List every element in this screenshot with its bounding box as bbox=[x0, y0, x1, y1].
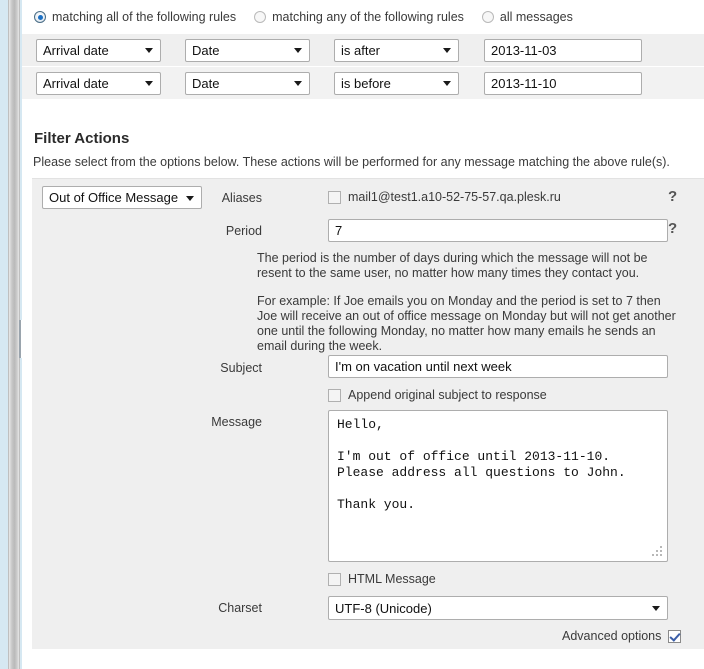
period-label: Period bbox=[225, 224, 262, 238]
rule-field-select[interactable]: Arrival date bbox=[36, 71, 161, 95]
radio-all-messages-label: all messages bbox=[499, 10, 573, 24]
radio-all-messages[interactable]: all messages bbox=[481, 10, 573, 24]
aliases-checkbox[interactable] bbox=[328, 190, 341, 204]
rule-type-select[interactable]: Date bbox=[185, 71, 310, 95]
subject-label: Subject bbox=[220, 361, 262, 375]
action-type-value: Out of Office Message bbox=[49, 190, 179, 205]
rule-field-value: Arrival date bbox=[43, 75, 109, 91]
period-help-icon[interactable]: ? bbox=[668, 220, 677, 237]
rule-value-input[interactable]: 2013-11-10 bbox=[484, 71, 642, 95]
aliases-value: mail1@test1.a10-52-75-57.qa.plesk.ru bbox=[348, 190, 561, 204]
rule-operator-value: is after bbox=[341, 42, 381, 58]
rule-field-select[interactable]: Arrival date bbox=[36, 38, 161, 62]
radio-matching-any-indicator[interactable] bbox=[254, 11, 267, 23]
match-mode-row: matching all of the following rules matc… bbox=[22, 0, 704, 34]
append-subject-row[interactable]: Append original subject to response bbox=[328, 388, 547, 402]
rule-operator-value: is before bbox=[341, 75, 391, 91]
radio-matching-any[interactable]: matching any of the following rules bbox=[254, 10, 464, 24]
rule-row: Arrival date Date is before 2013-11-10 bbox=[22, 67, 704, 100]
period-value: 7 bbox=[335, 223, 343, 238]
radio-all-messages-indicator[interactable] bbox=[481, 11, 494, 23]
message-textarea[interactable]: Hello, I'm out of office until 2013-11-1… bbox=[328, 410, 668, 562]
filter-rules-panel: matching all of the following rules matc… bbox=[22, 0, 704, 100]
advanced-options-row[interactable]: Advanced options bbox=[562, 629, 682, 643]
charset-label: Charset bbox=[218, 601, 262, 615]
charset-select[interactable]: UTF-8 (Unicode) bbox=[328, 596, 668, 620]
message-label: Message bbox=[211, 415, 262, 429]
aliases-label: Aliases bbox=[221, 191, 262, 205]
append-subject-checkbox[interactable] bbox=[328, 388, 341, 402]
advanced-options-checkbox[interactable] bbox=[668, 629, 682, 643]
charset-value: UTF-8 (Unicode) bbox=[335, 600, 432, 616]
radio-matching-all-indicator[interactable] bbox=[34, 11, 46, 23]
subject-value: I'm on vacation until next week bbox=[335, 359, 512, 374]
period-note-primary: The period is the number of days during … bbox=[257, 251, 648, 280]
radio-matching-any-label: matching any of the following rules bbox=[272, 10, 464, 24]
html-message-checkbox[interactable] bbox=[328, 572, 341, 586]
radio-matching-all[interactable]: matching all of the following rules bbox=[34, 10, 236, 24]
html-message-label: HTML Message bbox=[348, 572, 436, 586]
left-gutter bbox=[0, 0, 28, 669]
subject-input[interactable]: I'm on vacation until next week bbox=[328, 355, 668, 378]
filter-actions-title: Filter Actions bbox=[34, 130, 130, 147]
filter-actions-description: Please select from the options below. Th… bbox=[33, 155, 670, 169]
filter-actions-panel: Out of Office Message Aliases mail1@test… bbox=[32, 178, 704, 649]
rule-operator-select[interactable]: is before bbox=[334, 71, 459, 95]
html-message-row[interactable]: HTML Message bbox=[328, 572, 436, 586]
rule-type-select[interactable]: Date bbox=[185, 38, 310, 62]
rule-operator-select[interactable]: is after bbox=[334, 38, 459, 62]
period-input[interactable]: 7 bbox=[328, 219, 668, 242]
rule-value-text: 2013-11-03 bbox=[491, 42, 557, 58]
aliases-checkbox-row[interactable]: mail1@test1.a10-52-75-57.qa.plesk.ru bbox=[328, 190, 561, 204]
panel-splitter[interactable] bbox=[8, 0, 28, 669]
rule-row: Arrival date Date is after 2013-11-03 bbox=[22, 34, 704, 67]
rule-type-value: Date bbox=[192, 42, 220, 58]
rule-type-value: Date bbox=[192, 75, 220, 91]
rule-value-input[interactable]: 2013-11-03 bbox=[484, 38, 642, 62]
advanced-options-label: Advanced options bbox=[562, 629, 662, 643]
aliases-help-icon[interactable]: ? bbox=[668, 188, 677, 205]
action-type-select[interactable]: Out of Office Message bbox=[42, 186, 202, 209]
radio-matching-all-label: matching all of the following rules bbox=[52, 10, 237, 24]
append-subject-label: Append original subject to response bbox=[348, 388, 547, 402]
period-note-example: For example: If Joe emails you on Monday… bbox=[257, 294, 676, 353]
rule-field-value: Arrival date bbox=[43, 42, 109, 58]
filter-form: matching all of the following rules matc… bbox=[22, 0, 704, 669]
rule-value-text: 2013-11-10 bbox=[491, 75, 557, 91]
